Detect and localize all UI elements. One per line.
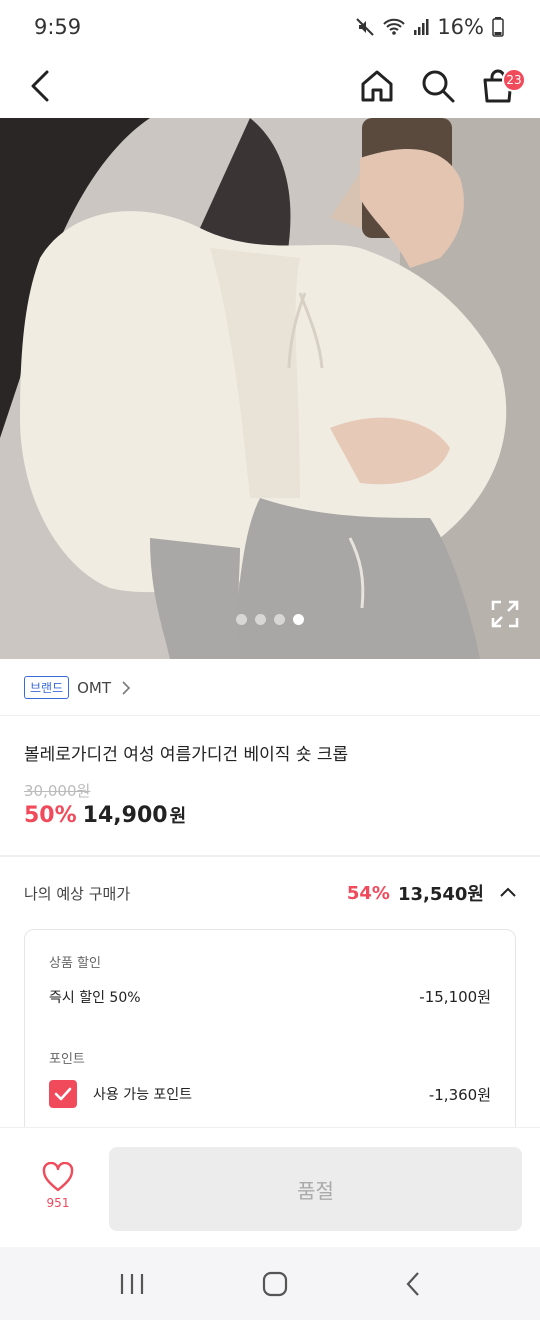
price-row: 50% 14,900 원 (24, 802, 186, 828)
product-photo (0, 118, 540, 659)
home-nav-icon[interactable] (262, 1271, 288, 1297)
back-nav-icon[interactable] (405, 1271, 421, 1297)
points-amount: -1,360원 (428, 1085, 491, 1104)
instant-discount-amount: -15,100원 (419, 988, 491, 1006)
home-button[interactable] (355, 64, 399, 108)
product-discount-label: 상품 할인 (49, 956, 101, 971)
expand-icon[interactable] (490, 599, 520, 629)
soldout-button[interactable]: 품절 (109, 1147, 522, 1231)
sale-price: 14,900 (82, 803, 168, 828)
status-time: 9:59 (34, 15, 82, 39)
cart-button[interactable]: 23 (476, 64, 526, 108)
points-row: 사용 가능 포인트 -1,360원 (49, 1080, 491, 1108)
chevron-up-icon (500, 887, 516, 897)
points-label: 사용 가능 포인트 (93, 1087, 193, 1103)
home-icon (361, 70, 393, 102)
chevron-right-icon (122, 680, 131, 695)
expected-discount: 54% (346, 882, 390, 904)
battery-icon (492, 17, 504, 37)
brand-name: OMT (77, 678, 112, 697)
battery-percent: 16% (437, 15, 484, 39)
back-arrow-icon (31, 70, 49, 102)
status-icons: 16% (355, 15, 504, 39)
section-divider (0, 855, 540, 857)
app-header: 23 (0, 54, 540, 118)
points-section-label: 포인트 (49, 1052, 85, 1067)
gallery-dot[interactable] (236, 614, 247, 625)
expected-price-toggle[interactable]: 나의 예상 구매가 54% 13,540원 (24, 870, 516, 916)
recent-apps-icon[interactable] (119, 1272, 145, 1296)
points-checkbox[interactable] (49, 1080, 77, 1108)
original-price: 30,000원 (24, 782, 91, 800)
product-image[interactable] (0, 118, 540, 659)
check-icon (54, 1087, 72, 1101)
like-button[interactable]: 951 (36, 1162, 80, 1210)
back-button[interactable] (22, 66, 58, 106)
discount-rate: 50% (24, 803, 77, 828)
expected-price: 13,540원 (397, 884, 484, 905)
brand-link[interactable]: 브랜드 OMT (0, 660, 540, 716)
brand-tag: 브랜드 (24, 676, 70, 699)
gallery-dot-active[interactable] (293, 614, 304, 625)
mute-icon (356, 18, 375, 36)
search-icon (422, 70, 455, 103)
gallery-dot[interactable] (255, 614, 266, 625)
system-nav-bar (0, 1247, 540, 1320)
gallery-indicator (0, 614, 540, 625)
currency-label: 원 (169, 806, 187, 827)
instant-discount-row: 즉시 할인 50% -15,100원 (49, 986, 491, 1007)
signal-icon (414, 19, 429, 35)
heart-icon (42, 1162, 74, 1192)
instant-discount-label: 즉시 할인 50% (49, 989, 141, 1006)
bottom-action-bar: 951 품절 (0, 1127, 540, 1247)
product-title: 볼레로가디건 여성 여름가디건 베이직 숏 크롭 (24, 745, 349, 765)
like-count: 951 (46, 1196, 70, 1210)
wifi-icon (383, 18, 406, 35)
status-bar: 9:59 16% (0, 0, 540, 54)
search-button[interactable] (416, 64, 460, 108)
cart-count-badge: 23 (502, 68, 526, 92)
expected-price-label: 나의 예상 구매가 (24, 884, 131, 903)
gallery-dot[interactable] (274, 614, 285, 625)
